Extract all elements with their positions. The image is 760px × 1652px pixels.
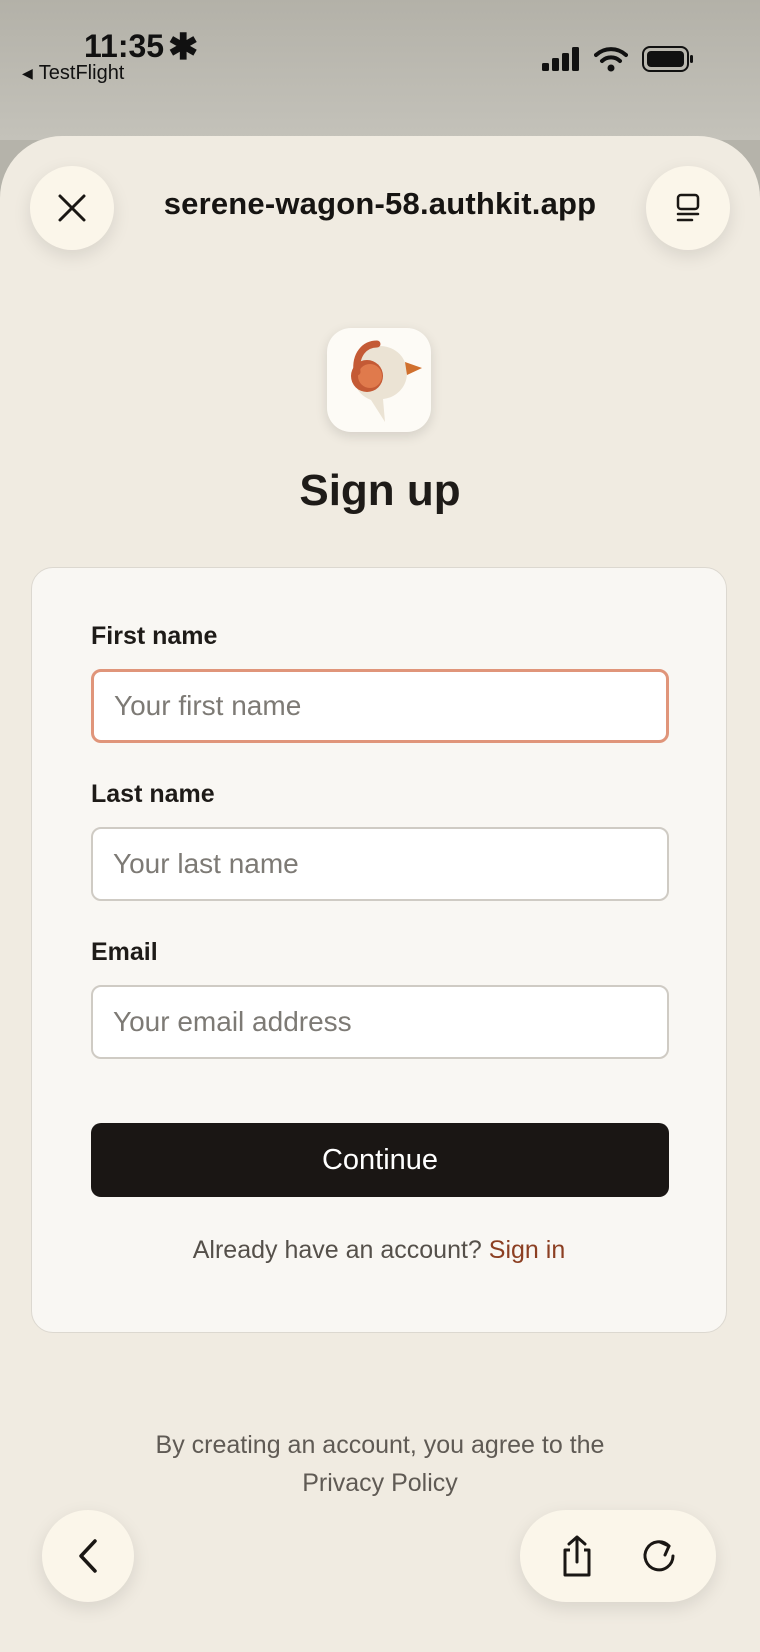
last-name-label: Last name bbox=[91, 780, 215, 808]
status-bar: 11:35 ✱ ◀ TestFlight bbox=[0, 0, 760, 140]
browser-actions bbox=[520, 1510, 716, 1602]
back-to-app-link[interactable]: ◀ TestFlight bbox=[22, 62, 124, 85]
page-title: Sign up bbox=[299, 466, 461, 515]
reader-icon bbox=[676, 193, 700, 222]
close-icon bbox=[58, 194, 86, 222]
share-button[interactable] bbox=[545, 1524, 609, 1588]
chevron-left-icon bbox=[79, 1539, 97, 1573]
last-name-input[interactable] bbox=[91, 827, 669, 901]
back-button[interactable] bbox=[42, 1510, 134, 1602]
back-app-label: TestFlight bbox=[38, 62, 125, 84]
signin-prompt: Already have an account? bbox=[192, 1236, 482, 1264]
reload-button[interactable] bbox=[627, 1524, 691, 1588]
signin-row: Already have an account? Sign in bbox=[32, 1236, 726, 1265]
signal-icon bbox=[542, 47, 579, 71]
app-logo bbox=[327, 328, 431, 432]
email-input[interactable] bbox=[91, 985, 669, 1059]
first-name-input[interactable] bbox=[91, 669, 669, 743]
legal-text: By creating an account, you agree to the bbox=[155, 1431, 605, 1459]
app-logo-icon bbox=[351, 340, 422, 422]
close-button[interactable] bbox=[30, 166, 114, 250]
privacy-policy-link[interactable]: Privacy Policy bbox=[80, 1464, 680, 1502]
browser-sheet: serene-wagon-58.authkit.app Sign up Firs… bbox=[0, 136, 760, 1652]
continue-button[interactable]: Continue bbox=[91, 1123, 669, 1197]
battery-icon bbox=[642, 46, 693, 72]
legal-notice: By creating an account, you agree to the… bbox=[80, 1426, 680, 1502]
back-triangle-icon: ◀ bbox=[22, 65, 33, 81]
signin-link[interactable]: Sign in bbox=[489, 1236, 565, 1264]
wifi-icon bbox=[594, 47, 628, 72]
status-icons bbox=[542, 46, 694, 72]
share-icon bbox=[563, 1535, 591, 1577]
email-label: Email bbox=[91, 938, 158, 966]
reader-button[interactable] bbox=[646, 166, 730, 250]
time-text: 11:35 bbox=[84, 28, 165, 64]
reload-icon bbox=[643, 1540, 675, 1572]
first-name-label: First name bbox=[91, 622, 218, 650]
url-label: serene-wagon-58.authkit.app bbox=[163, 186, 597, 221]
signup-card: First name Last name Email Continue Alre… bbox=[31, 567, 727, 1333]
asterisk-icon: ✱ bbox=[168, 25, 199, 67]
status-time: 11:35 ✱ bbox=[84, 28, 198, 65]
